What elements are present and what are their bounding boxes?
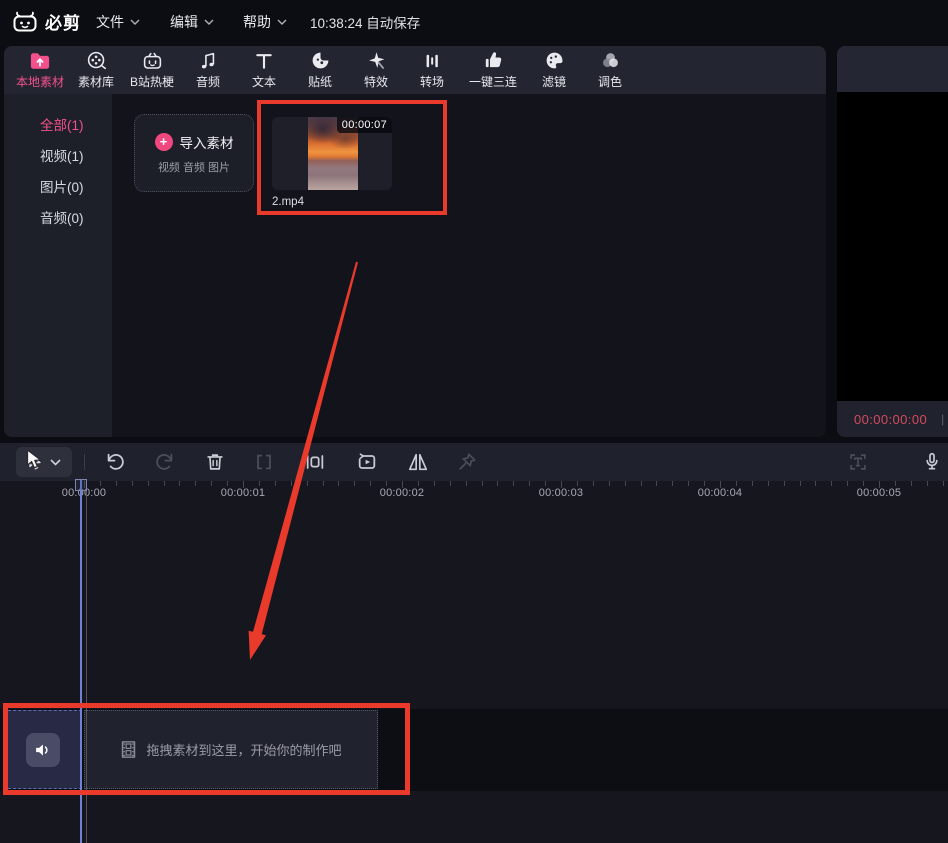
film-reel-icon — [85, 51, 107, 71]
import-media-button[interactable]: + 导入素材 视频 音频 图片 — [134, 114, 254, 192]
ruler-label-2: 00:00:02 — [372, 487, 432, 499]
ruler-label-4: 00:00:04 — [690, 487, 750, 499]
sidebar-item-video[interactable]: 视频(1) — [4, 141, 112, 172]
redo-button[interactable] — [153, 450, 177, 474]
menu-edit[interactable]: 编辑 — [170, 0, 214, 44]
tab-text[interactable]: 文本 — [236, 46, 292, 94]
music-note-icon — [197, 51, 219, 71]
tab-filters[interactable]: 滤镜 — [526, 46, 582, 94]
media-grid: + 导入素材 视频 音频 图片 00:00:07 2.mp4 — [112, 94, 826, 437]
tab-effects[interactable]: 特效 — [348, 46, 404, 94]
tv-face-icon — [141, 51, 163, 71]
tab-local-media[interactable]: 本地素材 — [12, 46, 68, 94]
bijian-logo-icon — [12, 10, 38, 34]
app-title: 必剪 — [45, 9, 81, 34]
timeline-ruler[interactable]: 00:00:00 00:00:01 00:00:02 00:00:03 00:0… — [0, 481, 948, 503]
tab-transitions[interactable]: 转场 — [404, 46, 460, 94]
preview-panel: 00:00:00:00 | — [837, 46, 948, 437]
tab-bilibili-memes[interactable]: B站热梗 — [124, 46, 180, 94]
chevron-down-icon — [277, 19, 287, 25]
preview-video-area — [837, 92, 948, 401]
sticker-icon — [309, 51, 331, 71]
crop-frame-button[interactable] — [303, 450, 327, 474]
toolbar-divider — [84, 454, 85, 470]
sidebar-item-audio[interactable]: 音频(0) — [4, 203, 112, 234]
tab-asset-library[interactable]: 素材库 — [68, 46, 124, 94]
app-logo: 必剪 — [12, 9, 81, 34]
ruler-label-3: 00:00:03 — [531, 487, 591, 499]
text-recognition-button[interactable] — [846, 450, 870, 474]
magic-star-icon — [365, 51, 387, 71]
playhead-handle[interactable] — [75, 479, 87, 491]
chevron-down-icon — [50, 459, 61, 466]
folder-upload-icon — [29, 51, 51, 71]
timeline-toolbar — [0, 443, 948, 481]
preview-status-bar: 00:00:00:00 | — [837, 401, 948, 437]
tab-color-grading[interactable]: 调色 — [582, 46, 638, 94]
media-filter-sidebar: 全部(1) 视频(1) 图片(0) 音频(0) — [4, 94, 112, 437]
plus-icon: + — [155, 133, 173, 151]
preview-timecode: 00:00:00:00 — [854, 412, 927, 427]
asset-tabstrip: 本地素材 素材库 B站热梗 — [4, 46, 826, 94]
ruler-label-5: 00:00:05 — [849, 487, 909, 499]
timecode-separator: | — [941, 412, 944, 426]
filter-palette-icon — [543, 51, 565, 71]
mirror-flip-button[interactable] — [406, 450, 430, 474]
tab-stickers[interactable]: 贴纸 — [292, 46, 348, 94]
microphone-button[interactable] — [920, 450, 944, 474]
select-tool-button[interactable] — [16, 447, 72, 477]
chevron-down-icon — [130, 19, 140, 25]
sidebar-item-image[interactable]: 图片(0) — [4, 172, 112, 203]
undo-button[interactable] — [103, 450, 127, 474]
mouse-cursor — [26, 449, 44, 470]
preview-clip-button[interactable] — [355, 450, 379, 474]
tab-triple-like[interactable]: 一键三连 — [460, 46, 526, 94]
top-menu-bar: 必剪 文件 编辑 帮助 10:38:24 自动保存 — [0, 0, 948, 44]
thumbs-up-icon — [482, 51, 504, 71]
menu-help[interactable]: 帮助 — [243, 0, 287, 44]
ruler-label-1: 00:00:01 — [213, 487, 273, 499]
import-formats-hint: 视频 音频 图片 — [158, 159, 230, 175]
chevron-down-icon — [204, 19, 214, 25]
pin-button[interactable] — [455, 450, 479, 474]
menu-file[interactable]: 文件 — [96, 0, 140, 44]
transition-bars-icon — [421, 51, 443, 71]
color-wheel-icon — [599, 51, 621, 71]
annotation-box-track — [3, 703, 410, 795]
annotation-box-clip — [257, 100, 447, 215]
delete-button[interactable] — [203, 450, 227, 474]
text-icon — [253, 51, 275, 71]
tab-audio[interactable]: 音频 — [180, 46, 236, 94]
split-clip-button[interactable] — [252, 450, 276, 474]
sidebar-item-all[interactable]: 全部(1) — [4, 110, 112, 141]
autosave-status: 10:38:24 自动保存 — [310, 0, 420, 44]
